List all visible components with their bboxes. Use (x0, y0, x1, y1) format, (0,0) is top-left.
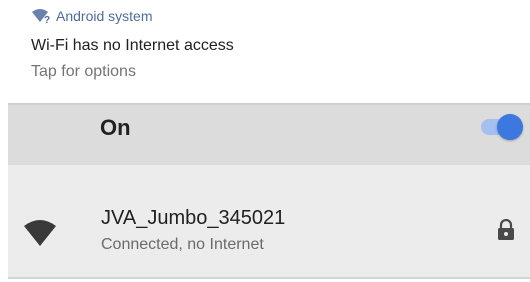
notification-text: Tap for options (31, 63, 136, 80)
wifi-question-icon: ? (31, 8, 53, 26)
svg-text:?: ? (44, 15, 50, 24)
wifi-signal-icon (24, 220, 56, 246)
switch-thumb (497, 114, 523, 140)
network-status: Connected, no Internet (101, 236, 264, 253)
wifi-toggle-switch[interactable] (477, 111, 525, 141)
notification-card[interactable]: ? Android system Wi-Fi has no Internet a… (0, 0, 530, 100)
notification-app-name: Android system (56, 8, 153, 24)
network-ssid: JVA_Jumbo_345021 (101, 207, 286, 229)
notification-title: Wi-Fi has no Internet access (31, 37, 234, 54)
notification-header: ? Android system (31, 6, 152, 26)
network-list-item[interactable]: JVA_Jumbo_345021 Connected, no Internet (8, 165, 530, 279)
lock-icon (497, 218, 515, 241)
wifi-master-label: On (100, 115, 131, 140)
wifi-master-switch-row[interactable]: On (8, 105, 530, 165)
